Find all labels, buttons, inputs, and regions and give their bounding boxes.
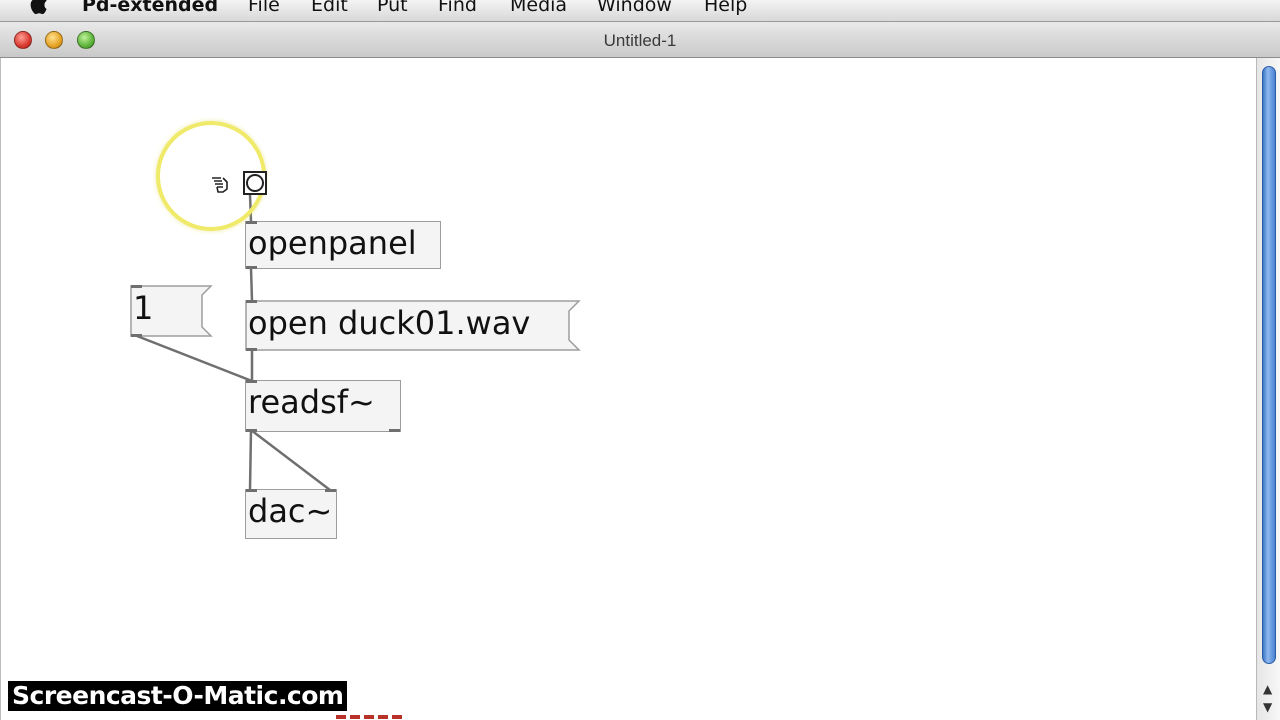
menu-help[interactable]: Help bbox=[704, 0, 747, 16]
message-box-open-file[interactable]: open duck01.wav bbox=[245, 300, 581, 352]
message-label: open duck01.wav bbox=[248, 304, 531, 342]
window-title: Untitled-1 bbox=[603, 31, 677, 50]
apple-icon[interactable] bbox=[28, 0, 52, 16]
scroll-up-arrow-icon[interactable]: ▲ bbox=[1263, 682, 1272, 696]
object-label: openpanel bbox=[248, 224, 417, 262]
scroll-down-arrow-icon[interactable]: ▼ bbox=[1263, 700, 1272, 714]
outlet-left[interactable] bbox=[246, 429, 257, 432]
inlet[interactable] bbox=[246, 380, 257, 383]
menu-edit[interactable]: Edit bbox=[311, 0, 348, 16]
patch-canvas[interactable]: openpanel 1 open duck01.wav readsf~ dac~ bbox=[0, 58, 1256, 720]
hand-pointer-icon bbox=[212, 177, 228, 193]
scrollbar-thumb[interactable] bbox=[1262, 66, 1276, 664]
cord-one-msg-to-readsf bbox=[135, 334, 254, 383]
menu-bar: Pd-extended File Edit Put Find Media Win… bbox=[0, 0, 1280, 22]
screencast-watermark: Screencast-O-Matic.com bbox=[8, 681, 348, 711]
cord-openpanel-to-open-msg bbox=[249, 266, 254, 303]
menu-put[interactable]: Put bbox=[377, 0, 408, 16]
window-title-bar[interactable]: Untitled-1 bbox=[0, 22, 1280, 58]
bang-icon bbox=[246, 174, 264, 192]
menu-window[interactable]: Window bbox=[597, 0, 672, 16]
recording-indicator bbox=[336, 715, 402, 719]
menu-pd-extended[interactable]: Pd-extended bbox=[82, 0, 218, 16]
inlet-right[interactable] bbox=[325, 489, 336, 492]
menu-find[interactable]: Find bbox=[438, 0, 477, 16]
object-label: dac~ bbox=[248, 492, 333, 530]
message-box-one[interactable]: 1 bbox=[130, 285, 214, 337]
bang-object[interactable] bbox=[243, 171, 267, 195]
outlet[interactable] bbox=[246, 266, 257, 269]
message-label: 1 bbox=[133, 289, 154, 327]
menu-file[interactable]: File bbox=[248, 0, 280, 16]
outlet-right[interactable] bbox=[389, 429, 400, 432]
openpanel-object[interactable]: openpanel bbox=[245, 221, 441, 269]
vertical-scrollbar[interactable]: ▲ ▼ bbox=[1256, 58, 1280, 720]
cord-readsf-left-to-dac-left bbox=[248, 428, 253, 492]
inlet-left[interactable] bbox=[246, 489, 257, 492]
dac-object[interactable]: dac~ bbox=[245, 489, 337, 539]
menu-media[interactable]: Media bbox=[510, 0, 567, 16]
object-label: readsf~ bbox=[248, 383, 375, 421]
readsf-object[interactable]: readsf~ bbox=[245, 380, 401, 432]
inlet[interactable] bbox=[246, 221, 257, 224]
cord-readsf-left-to-dac-right bbox=[249, 428, 332, 492]
